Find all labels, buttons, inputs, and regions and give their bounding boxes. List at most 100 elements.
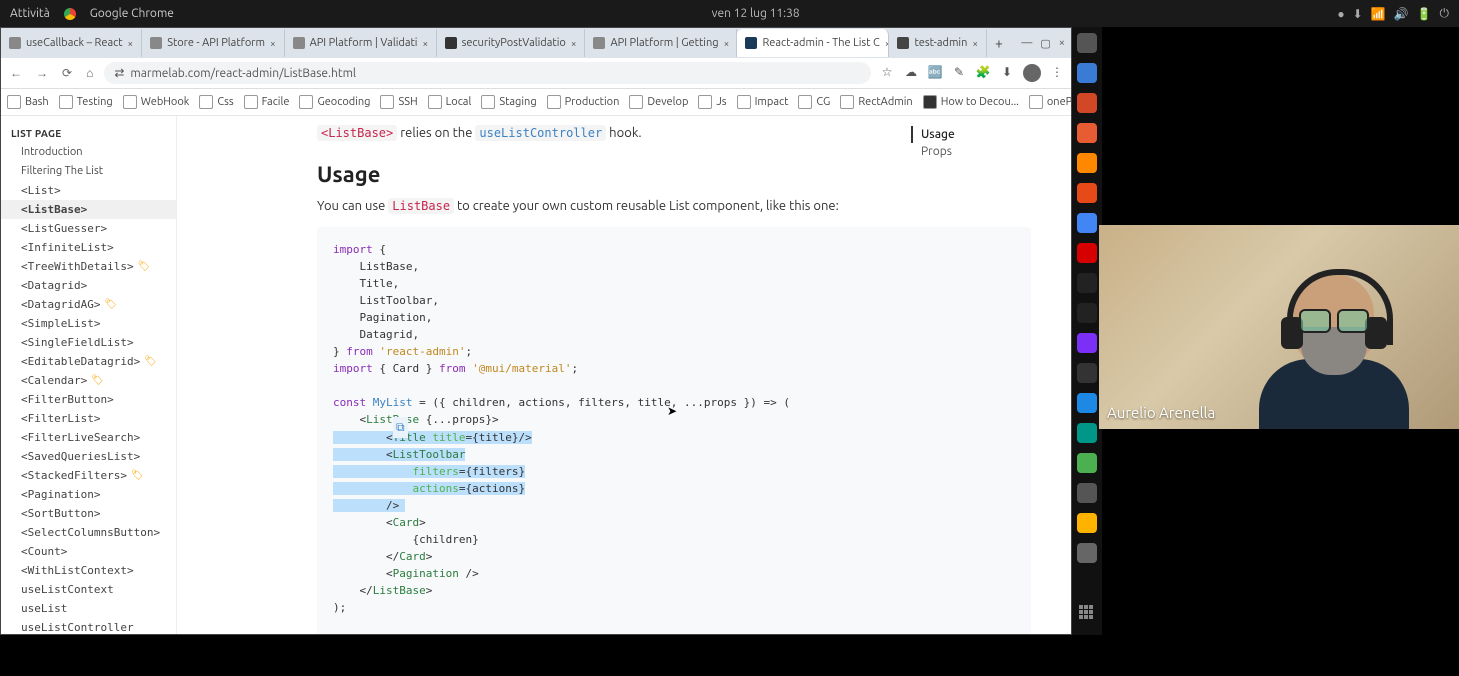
bookmark-local[interactable]: Local xyxy=(428,95,472,109)
sidebar-item[interactable]: <SelectColumnsButton> xyxy=(1,523,176,542)
bookmark-onepiece[interactable]: onePiece xyxy=(1029,95,1071,109)
bookmark-staging[interactable]: Staging xyxy=(481,95,536,109)
dock-app-icon[interactable] xyxy=(1077,483,1097,503)
extensions-icon[interactable]: 🧩 xyxy=(975,64,991,80)
cloud-icon[interactable]: ☁ xyxy=(903,64,919,80)
minimize-button[interactable]: — xyxy=(1021,37,1032,50)
site-info-icon[interactable]: ⇄ xyxy=(114,66,124,80)
dock-app-icon[interactable] xyxy=(1077,543,1097,563)
dock-app-icon[interactable] xyxy=(1077,393,1097,413)
current-app-label[interactable]: Google Chrome xyxy=(90,7,174,20)
show-applications-button[interactable] xyxy=(1079,605,1095,621)
copy-icon[interactable]: ⧉ xyxy=(393,417,408,438)
dock-app-icon[interactable] xyxy=(1077,363,1097,383)
sidebar-item[interactable]: <Datagrid> xyxy=(1,276,176,295)
sidebar-item[interactable]: <Calendar>🏷 xyxy=(1,371,176,390)
address-bar[interactable]: ⇄ marmelab.com/react-admin/ListBase.html xyxy=(104,62,871,84)
doc-content[interactable]: Usage Props <ListBase> relies on the use… xyxy=(177,116,1071,634)
dock-app-icon[interactable] xyxy=(1077,243,1097,263)
tab-test-admin[interactable]: test-admin× xyxy=(889,29,987,57)
dock-app-icon[interactable] xyxy=(1077,333,1097,353)
dock-app-icon[interactable] xyxy=(1077,273,1097,293)
download-icon[interactable]: ⬇ xyxy=(999,64,1015,80)
sidebar-item[interactable]: Introduction xyxy=(1,143,176,162)
sidebar-item[interactable]: <DatagridAG>🏷 xyxy=(1,295,176,314)
uselistcontroller-code[interactable]: useListController xyxy=(475,125,606,141)
dock-app-icon[interactable] xyxy=(1077,213,1097,233)
appindicator-icon[interactable]: ● xyxy=(1337,7,1344,21)
sidebar-item[interactable]: useListController xyxy=(1,618,176,634)
bookmark-testing[interactable]: Testing xyxy=(59,95,113,109)
new-tab-button[interactable]: + xyxy=(987,35,1011,51)
dock-app-icon[interactable] xyxy=(1077,153,1097,173)
sidebar-item[interactable]: <SingleFieldList> xyxy=(1,333,176,352)
os-datetime[interactable]: ven 12 lug 11:38 xyxy=(188,7,1323,20)
tab-store-api[interactable]: Store - API Platform× xyxy=(142,29,284,57)
dock-app-icon[interactable] xyxy=(1077,33,1097,53)
tab-api-getting[interactable]: API Platform | Getting× xyxy=(585,29,737,57)
sidebar-item[interactable]: <StackedFilters>🏷 xyxy=(1,466,176,485)
dock-app-icon[interactable] xyxy=(1077,303,1097,323)
sidebar-item[interactable]: <SortButton> xyxy=(1,504,176,523)
back-button[interactable]: ← xyxy=(7,66,25,80)
close-icon[interactable]: × xyxy=(422,38,428,49)
toc-usage[interactable]: Usage xyxy=(911,126,1031,143)
reload-button[interactable]: ⟳ xyxy=(59,66,75,80)
sidebar-item[interactable]: <FilterList> xyxy=(1,409,176,428)
bookmark-geocoding[interactable]: Geocoding xyxy=(299,95,370,109)
usage-code-block[interactable]: import { ListBase, Title, ListToolbar, P… xyxy=(317,227,1031,634)
bookmark-css[interactable]: Css xyxy=(199,95,233,109)
close-icon[interactable]: × xyxy=(724,38,730,49)
menu-icon[interactable]: ⋮ xyxy=(1049,64,1065,80)
sidebar-item[interactable]: <Pagination> xyxy=(1,485,176,504)
bookmark-ssh[interactable]: SSH xyxy=(380,95,417,109)
sidebar-item[interactable]: <ListBase> xyxy=(1,200,176,219)
home-button[interactable]: ⌂ xyxy=(83,66,96,80)
forward-button[interactable]: → xyxy=(33,66,51,80)
dock-app-icon[interactable] xyxy=(1077,183,1097,203)
translate-icon[interactable]: 🔤 xyxy=(927,64,943,80)
bookmark-facile[interactable]: Facile xyxy=(244,95,290,109)
bookmark-develop[interactable]: Develop xyxy=(629,95,688,109)
tab-usecallback[interactable]: useCallback – React× xyxy=(1,29,142,57)
webcam-video-tile[interactable]: Aurelio Arenella xyxy=(1099,225,1459,429)
sidebar-item[interactable]: <TreeWithDetails>🏷 xyxy=(1,257,176,276)
bookmark-cg[interactable]: CG xyxy=(798,95,830,109)
close-icon[interactable]: × xyxy=(128,38,134,49)
network-icon[interactable]: 📶 xyxy=(1371,7,1386,21)
tab-api-validation[interactable]: API Platform | Validati× xyxy=(285,29,437,57)
sidebar-item[interactable]: <EditableDatagrid>🏷 xyxy=(1,352,176,371)
sidebar-item[interactable]: <FilterButton> xyxy=(1,390,176,409)
avatar-icon[interactable] xyxy=(1023,64,1041,82)
system-tray[interactable]: ● ⬇ 📶 🔊 🔋 ⏻ xyxy=(1337,7,1449,21)
sidebar-item[interactable]: useListContext xyxy=(1,580,176,599)
dock-app-icon[interactable] xyxy=(1077,93,1097,113)
dock-app-icon[interactable] xyxy=(1077,63,1097,83)
pen-icon[interactable]: ✎ xyxy=(951,64,967,80)
sidebar-item[interactable]: useList xyxy=(1,599,176,618)
close-icon[interactable]: × xyxy=(571,38,577,49)
bookmark-js[interactable]: Js xyxy=(698,95,726,109)
dock-app-icon[interactable] xyxy=(1077,453,1097,473)
dock-app-icon[interactable] xyxy=(1077,123,1097,143)
tab-github[interactable]: securityPostValidatio× xyxy=(437,29,586,57)
power-icon[interactable]: ⏻ xyxy=(1440,7,1450,21)
maximize-button[interactable]: ▢ xyxy=(1040,37,1050,50)
close-icon[interactable]: × xyxy=(270,38,276,49)
sidebar-item[interactable]: Filtering The List xyxy=(1,162,176,181)
sidebar-item[interactable]: <SavedQueriesList> xyxy=(1,447,176,466)
activities-label[interactable]: Attività xyxy=(10,7,50,20)
bookmark-bash[interactable]: Bash xyxy=(7,95,49,109)
dock-app-icon[interactable] xyxy=(1077,423,1097,443)
tab-react-admin[interactable]: React-admin - The List C× xyxy=(737,29,889,57)
toc-props[interactable]: Props xyxy=(911,143,1031,160)
download-icon[interactable]: ⬇ xyxy=(1353,7,1363,21)
bookmark-impact[interactable]: Impact xyxy=(737,95,789,109)
sidebar-item[interactable]: <SimpleList> xyxy=(1,314,176,333)
sidebar-item[interactable]: <InfiniteList> xyxy=(1,238,176,257)
doc-sidebar[interactable]: LIST PAGE IntroductionFiltering The List… xyxy=(1,116,177,634)
bookmark-howto[interactable]: How to Decou... xyxy=(923,95,1019,109)
bookmark-production[interactable]: Production xyxy=(547,95,620,109)
star-bookmark-icon[interactable]: ☆ xyxy=(879,64,895,80)
bookmark-webhook[interactable]: WebHook xyxy=(123,95,190,109)
